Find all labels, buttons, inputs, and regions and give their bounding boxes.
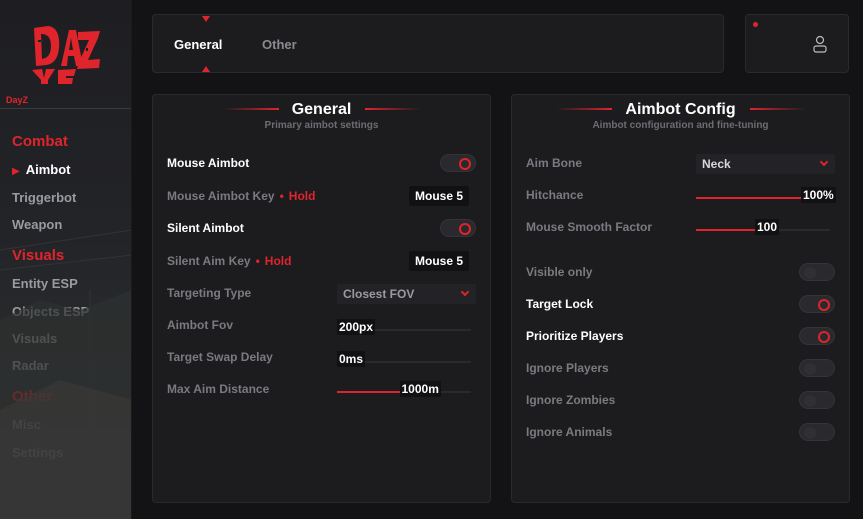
silent-aim-keybind-button[interactable]: Mouse 5 bbox=[409, 251, 470, 271]
mouse-aimbot-label: Mouse Aimbot bbox=[167, 156, 250, 170]
mouse-aimbot-key-label: Mouse Aimbot Key • Hold bbox=[167, 189, 315, 203]
mouse-aimbot-key-mode: Hold bbox=[288, 189, 316, 203]
toggle-knob bbox=[804, 427, 816, 439]
general-subtitle: Primary aimbot settings bbox=[264, 120, 379, 131]
tab-indicator-top-icon bbox=[202, 16, 210, 22]
toggle-knob bbox=[818, 331, 830, 343]
ignore-players-toggle[interactable] bbox=[799, 359, 835, 377]
visible-only-label: Visible only bbox=[526, 265, 593, 279]
sidebar-item-weapon[interactable]: Weapon bbox=[12, 217, 62, 232]
user-icon[interactable] bbox=[813, 35, 827, 53]
logo-area bbox=[0, 0, 131, 90]
aim-bone-label: Aim Bone bbox=[526, 156, 583, 170]
aimbot-config-subtitle: Aimbot configuration and fine-tuning bbox=[592, 120, 769, 131]
ignore-animals-label: Ignore Animals bbox=[526, 425, 613, 439]
mouse-aimbot-key-text: Mouse Aimbot Key bbox=[167, 189, 275, 203]
toggle-knob bbox=[804, 363, 816, 375]
silent-aimbot-label: Silent Aimbot bbox=[167, 221, 244, 235]
sidebar-item-visuals[interactable]: Visuals bbox=[12, 331, 57, 346]
target-swap-delay-value: 0ms bbox=[337, 351, 366, 367]
silent-aim-key-mode: Hold bbox=[264, 254, 292, 268]
target-swap-delay-slider[interactable]: 0ms bbox=[337, 351, 471, 367]
target-lock-label: Target Lock bbox=[526, 297, 594, 311]
sidebar-item-misc[interactable]: Misc bbox=[12, 417, 41, 432]
ignore-animals-toggle[interactable] bbox=[799, 423, 835, 441]
dayz-logo bbox=[32, 26, 100, 84]
chevron-down-icon bbox=[819, 157, 829, 167]
aim-bone-dropdown[interactable]: Neck bbox=[696, 154, 835, 174]
active-arrow-icon: ▶ bbox=[12, 166, 20, 177]
target-lock-toggle[interactable] bbox=[799, 295, 835, 313]
max-aim-distance-value: 1000m bbox=[399, 381, 441, 397]
targeting-type-dropdown[interactable]: Closest FOV bbox=[337, 284, 476, 304]
aimbot-config-title: Aimbot Config bbox=[625, 101, 736, 118]
status-dot-icon bbox=[753, 22, 758, 27]
sidebar-item-settings[interactable]: Settings bbox=[12, 445, 63, 460]
background-scenery bbox=[0, 230, 131, 519]
aimbot-fov-value: 200px bbox=[337, 319, 376, 335]
bullet-icon: • bbox=[255, 254, 260, 268]
sidebar-item-aimbot[interactable]: ▶ Aimbot bbox=[12, 162, 70, 177]
tab-indicator-bottom-icon bbox=[202, 66, 210, 72]
section-other: Other bbox=[12, 388, 53, 405]
sidebar: DayZ Combat ▶ Aimbot Triggerbot Weapon Vi… bbox=[0, 0, 132, 519]
ignore-zombies-toggle[interactable] bbox=[799, 391, 835, 409]
sidebar-item-radar[interactable]: Radar bbox=[12, 358, 49, 373]
tab-other[interactable]: Other bbox=[262, 37, 297, 52]
target-swap-delay-label: Target Swap Delay bbox=[167, 350, 273, 364]
visible-only-toggle[interactable] bbox=[799, 263, 835, 281]
mouse-smooth-slider[interactable]: 100 bbox=[696, 219, 830, 235]
mouse-smooth-label: Mouse Smooth Factor bbox=[526, 220, 653, 234]
aimbot-config-panel: Aimbot Config Aimbot configuration and f… bbox=[511, 94, 850, 503]
title-line-right bbox=[750, 108, 806, 110]
aimbot-fov-label: Aimbot Fov bbox=[167, 318, 233, 332]
hitchance-label: Hitchance bbox=[526, 188, 584, 202]
mouse-aimbot-keybind-button[interactable]: Mouse 5 bbox=[409, 186, 470, 206]
tab-bar: General Other bbox=[152, 14, 724, 73]
toggle-knob bbox=[804, 267, 816, 279]
section-visuals: Visuals bbox=[12, 247, 65, 264]
aim-bone-value: Neck bbox=[702, 157, 731, 171]
sidebar-item-triggerbot[interactable]: Triggerbot bbox=[12, 190, 76, 205]
section-combat: Combat bbox=[12, 133, 68, 150]
mouse-aimbot-toggle[interactable] bbox=[440, 154, 476, 172]
ignore-zombies-label: Ignore Zombies bbox=[526, 393, 616, 407]
toggle-knob bbox=[459, 223, 471, 235]
sidebar-divider bbox=[0, 108, 131, 109]
targeting-type-value: Closest FOV bbox=[343, 287, 415, 301]
hitchance-value: 100% bbox=[801, 187, 836, 203]
prioritize-players-label: Prioritize Players bbox=[526, 329, 624, 343]
mouse-smooth-value: 100 bbox=[755, 219, 780, 235]
chevron-down-icon bbox=[460, 287, 470, 297]
brand-label: DayZ bbox=[6, 95, 29, 105]
hitchance-slider[interactable]: 100% bbox=[696, 187, 836, 203]
general-panel: General Primary aimbot settings Mouse Ai… bbox=[152, 94, 491, 503]
silent-aim-key-text: Silent Aim Key bbox=[167, 254, 251, 268]
silent-aimbot-toggle[interactable] bbox=[440, 219, 476, 237]
ignore-players-label: Ignore Players bbox=[526, 361, 609, 375]
sidebar-item-entity-esp[interactable]: Entity ESP bbox=[12, 276, 78, 291]
aimbot-fov-slider[interactable]: 200px bbox=[337, 319, 471, 335]
max-aim-distance-label: Max Aim Distance bbox=[167, 382, 270, 396]
sidebar-item-objects-esp[interactable]: Objects ESP bbox=[12, 304, 89, 319]
targeting-type-label: Targeting Type bbox=[167, 286, 252, 300]
toggle-knob bbox=[459, 158, 471, 170]
general-title: General bbox=[291, 101, 352, 118]
toggle-knob bbox=[818, 299, 830, 311]
max-aim-distance-slider[interactable]: 1000m bbox=[337, 381, 471, 397]
prioritize-players-toggle[interactable] bbox=[799, 327, 835, 345]
bullet-icon: • bbox=[279, 189, 284, 203]
sidebar-item-label: Aimbot bbox=[25, 162, 71, 177]
tab-general[interactable]: General bbox=[174, 37, 222, 52]
toggle-knob bbox=[804, 395, 816, 407]
title-line-right bbox=[365, 108, 421, 110]
silent-aim-key-label: Silent Aim Key • Hold bbox=[167, 254, 291, 268]
user-box[interactable] bbox=[745, 14, 849, 73]
